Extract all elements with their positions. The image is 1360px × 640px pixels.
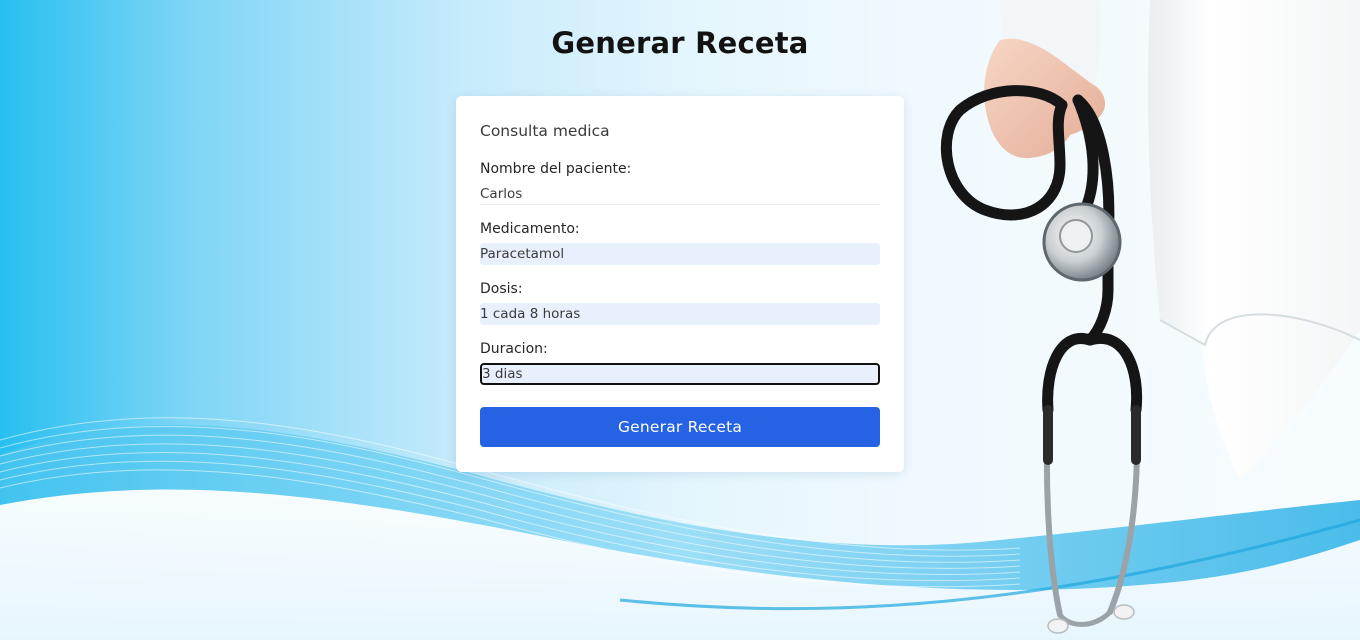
prescription-form: Consulta medica Nombre del paciente: Med… [456,96,904,472]
form-title: Consulta medica [480,122,610,140]
dose-label: Dosis: [480,281,523,297]
dose-input[interactable] [480,303,880,325]
medication-input[interactable] [480,243,880,265]
patient-name-input[interactable] [480,183,880,205]
duration-label: Duracion: [480,341,548,357]
generate-prescription-button[interactable]: Generar Receta [480,407,880,447]
duration-input[interactable] [480,363,880,385]
page-title: Generar Receta [551,26,809,60]
medication-label: Medicamento: [480,221,580,237]
patient-name-label: Nombre del paciente: [480,161,632,177]
